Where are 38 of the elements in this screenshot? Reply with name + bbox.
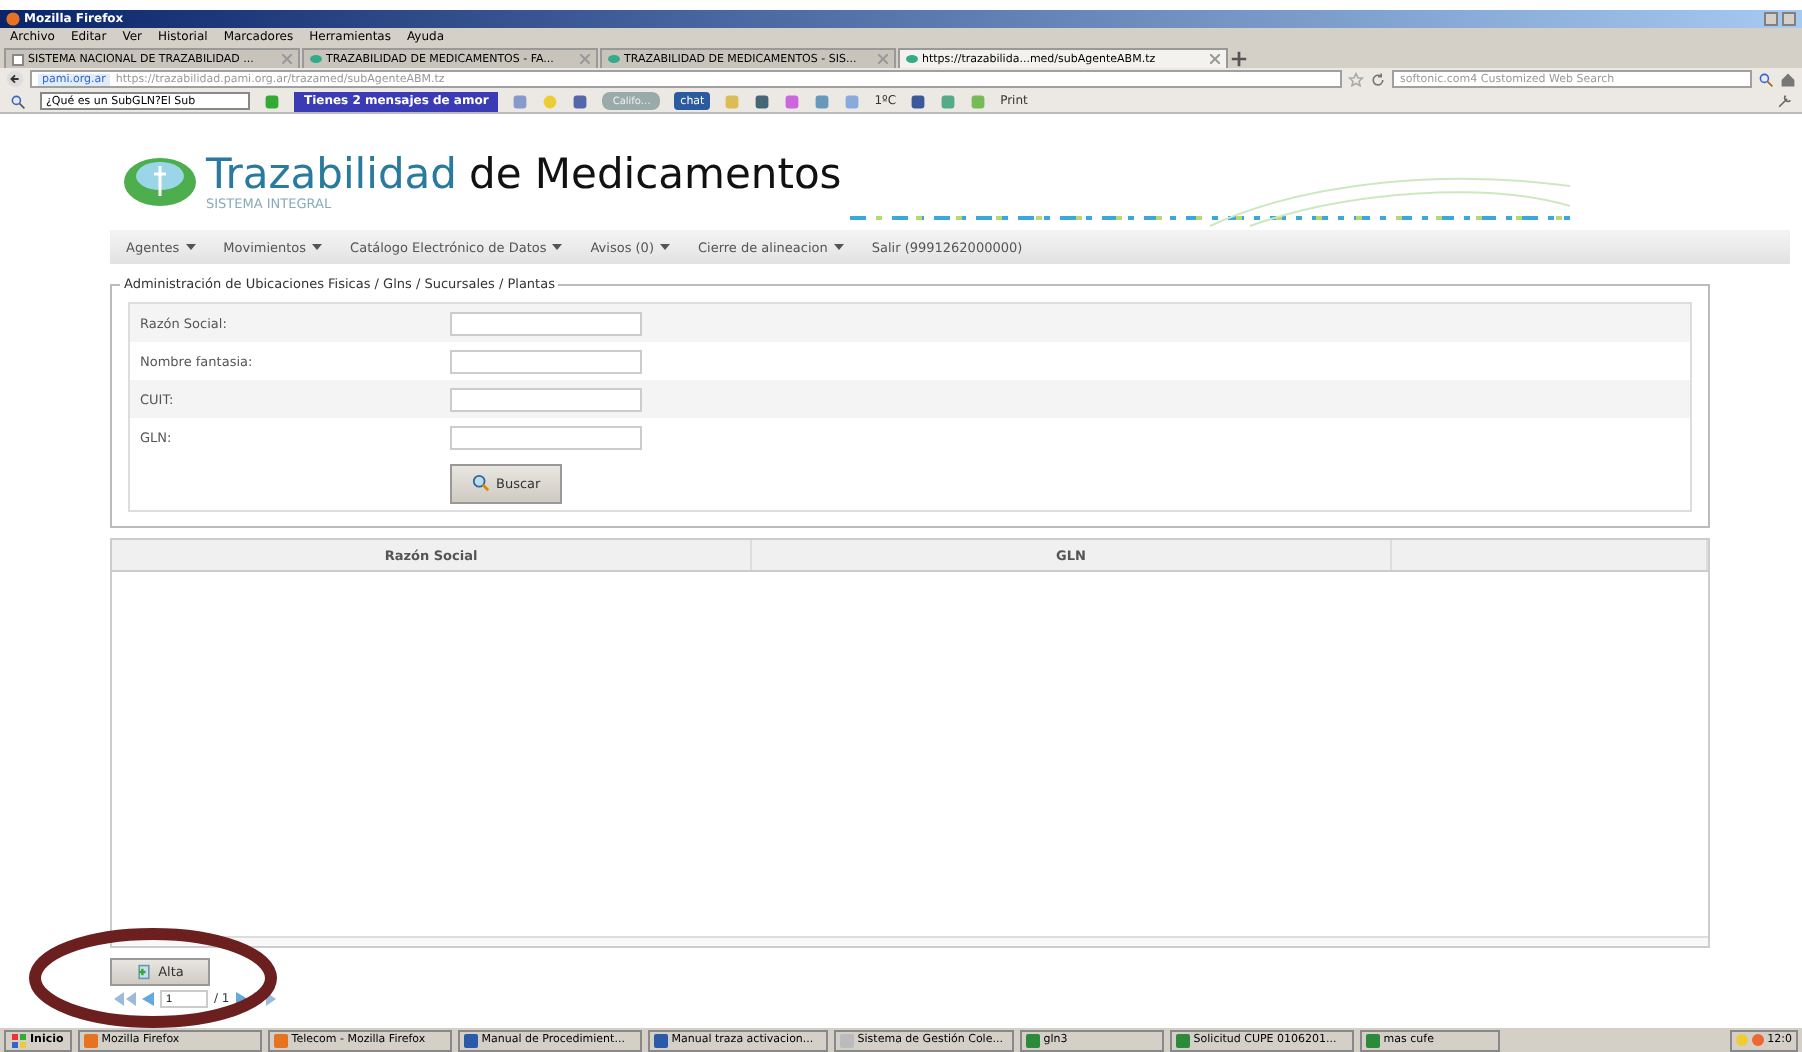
- app-icon: [1175, 1033, 1190, 1047]
- close-icon[interactable]: [282, 54, 292, 64]
- page-icon: [12, 53, 24, 65]
- app-icon: [653, 1033, 668, 1047]
- app-icon: [839, 1033, 854, 1047]
- back-icon[interactable]: [6, 70, 24, 88]
- input-field[interactable]: [450, 349, 642, 373]
- wrench-icon[interactable]: [1776, 93, 1792, 109]
- input-field[interactable]: [450, 311, 642, 335]
- input-field[interactable]: [450, 425, 642, 449]
- input-field[interactable]: [450, 387, 642, 411]
- next-page-icon[interactable]: [235, 992, 248, 1006]
- last-page-icon[interactable]: [253, 992, 276, 1006]
- logo-icon: [122, 156, 198, 208]
- first-page-icon[interactable]: [114, 992, 136, 1006]
- add-icon: [136, 964, 153, 980]
- app-icon[interactable]: [572, 93, 589, 109]
- app-icon: [83, 1033, 98, 1047]
- app-icon[interactable]: [940, 93, 957, 109]
- maximize-button[interactable]: [1782, 12, 1796, 26]
- search-icon: [472, 474, 490, 492]
- site-title: Trazabilidad de Medicamentos: [206, 152, 842, 196]
- reload-icon[interactable]: [1370, 71, 1386, 87]
- search-icon[interactable]: [10, 93, 26, 109]
- app-icon: [463, 1033, 478, 1047]
- windows-logo-icon: [12, 1033, 26, 1047]
- app-icon: [273, 1033, 288, 1047]
- app-icon: [1025, 1033, 1040, 1047]
- plus-icon[interactable]: [1230, 50, 1248, 68]
- close-icon[interactable]: [878, 54, 888, 64]
- previous-page-icon[interactable]: [142, 992, 154, 1006]
- close-icon[interactable]: [1210, 54, 1220, 64]
- close-icon[interactable]: [580, 54, 590, 64]
- star-icon[interactable]: [1348, 71, 1364, 87]
- search-icon[interactable]: [1758, 71, 1774, 87]
- app-icon: [1365, 1033, 1380, 1047]
- app-icon[interactable]: [264, 93, 280, 109]
- minimize-button[interactable]: [1764, 12, 1778, 26]
